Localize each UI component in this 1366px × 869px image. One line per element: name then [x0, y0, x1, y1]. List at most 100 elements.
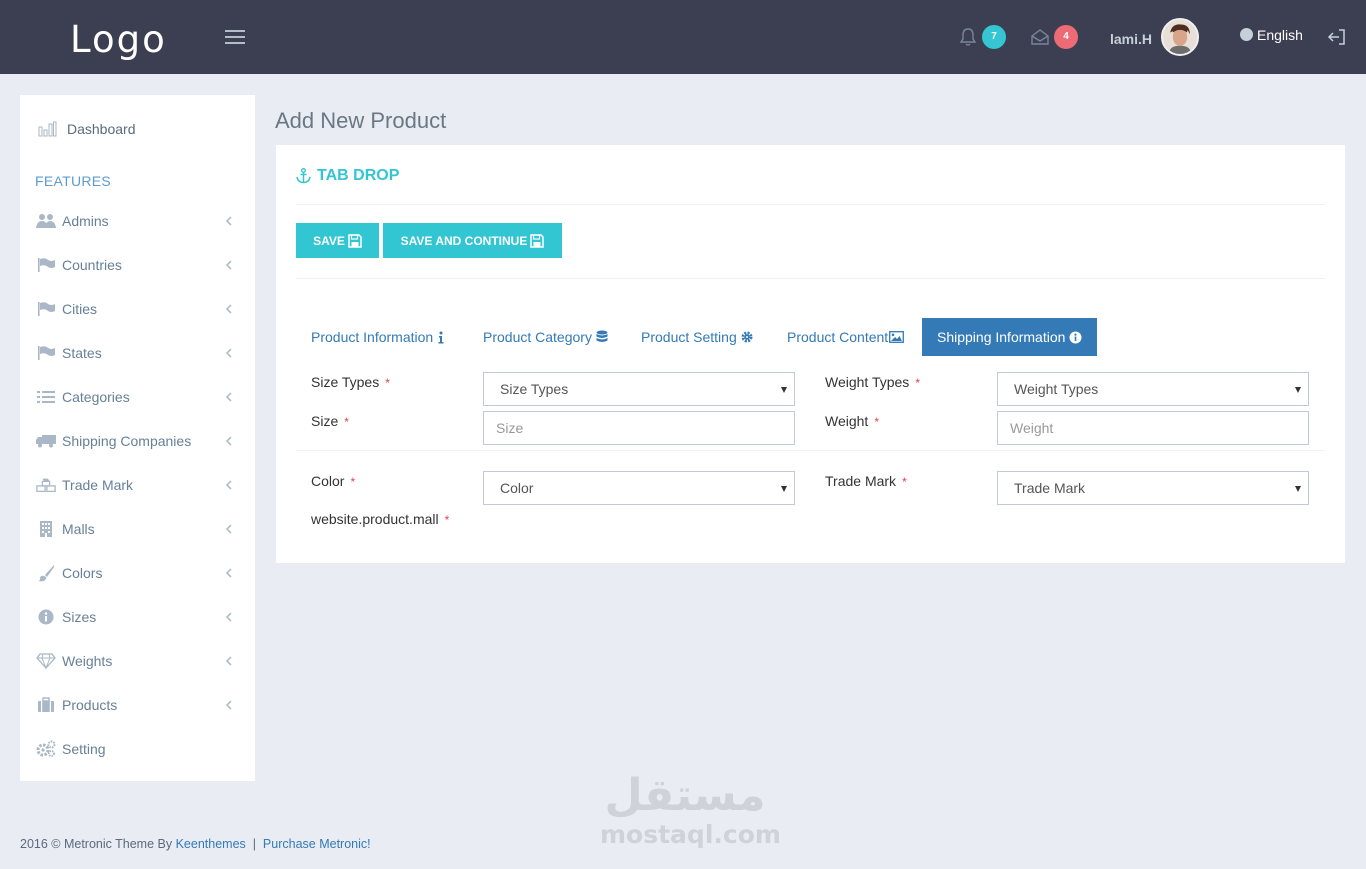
tab-label: Product Information — [311, 329, 434, 345]
chevron-left-icon — [225, 700, 232, 710]
sidebar-item-label: Setting — [62, 741, 106, 757]
sidebar-item-states[interactable]: States — [20, 331, 255, 375]
sidebar-item-cities[interactable]: Cities — [20, 287, 255, 331]
globe-icon — [1240, 28, 1253, 41]
sidebar-item-malls[interactable]: Malls — [20, 507, 255, 551]
watermark-arabic: مستقل — [604, 770, 766, 821]
truck-icon — [36, 432, 56, 450]
username[interactable]: lami.H — [1110, 31, 1152, 47]
color-select[interactable]: Color — [483, 471, 795, 505]
chevron-left-icon — [225, 304, 232, 314]
portlet-title: TAB DROP — [296, 167, 399, 185]
chevron-left-icon — [225, 524, 232, 534]
required-mark: * — [350, 475, 356, 489]
logout-icon[interactable] — [1327, 27, 1347, 47]
label-text: Weight — [825, 413, 869, 429]
select-value: Weight Types — [1014, 381, 1099, 397]
tab-product-information[interactable]: Product Information — [311, 318, 445, 356]
envelope-open-icon[interactable] — [1030, 26, 1050, 48]
sidebar-item-shipping-companies[interactable]: Shipping Companies — [20, 419, 255, 463]
divider — [296, 204, 1325, 205]
mall-label: website.product.mall * — [311, 511, 449, 527]
language-selector[interactable]: English — [1240, 27, 1303, 43]
sidebar-item-label: Trade Mark — [62, 477, 134, 493]
tab-shipping-information[interactable]: Shipping Information — [922, 318, 1098, 356]
size-label: Size * — [311, 413, 349, 429]
sidebar-item-colors[interactable]: Colors — [20, 551, 255, 595]
flag-icon — [36, 344, 56, 362]
chevron-left-icon — [225, 260, 232, 270]
sidebar-item-dashboard[interactable]: Dashboard — [38, 119, 136, 139]
menu-toggle-icon[interactable] — [225, 30, 245, 44]
label-text: Trade Mark — [825, 473, 897, 489]
paint-brush-icon — [36, 564, 56, 582]
save-and-continue-button[interactable]: SAVE AND CONTINUE — [383, 223, 562, 258]
sidebar-item-label: Dashboard — [67, 121, 136, 137]
image-icon — [889, 331, 905, 343]
floppy-disk-icon — [348, 233, 362, 248]
label-text: Color — [311, 473, 345, 489]
save-button[interactable]: SAVE — [296, 223, 379, 258]
chevron-left-icon — [225, 480, 232, 490]
save-and-continue-button-label: SAVE AND CONTINUE — [400, 233, 528, 248]
trade-mark-select[interactable]: Trade Mark — [997, 471, 1309, 505]
sidebar-item-weights[interactable]: Weights — [20, 639, 255, 683]
bell-icon[interactable] — [958, 26, 978, 48]
watermark-latin: mostaql.com — [600, 820, 781, 849]
sidebar-item-setting[interactable]: Setting — [20, 727, 255, 771]
label-text: website.product.mall — [311, 511, 439, 527]
required-mark: * — [385, 376, 390, 390]
language-label: English — [1257, 27, 1303, 43]
sidebar-item-trade-mark[interactable]: Trade Mark — [20, 463, 255, 507]
tab-product-content[interactable]: Product Content — [787, 318, 905, 356]
footer-purchase-link[interactable]: Purchase Metronic! — [263, 837, 371, 851]
chevron-left-icon — [225, 216, 232, 226]
chevron-left-icon — [225, 392, 232, 402]
sidebar-item-admins[interactable]: Admins — [20, 199, 255, 243]
info-icon — [438, 331, 444, 343]
weight-types-select[interactable]: Weight Types — [997, 372, 1309, 406]
tab-label: Product Setting — [641, 329, 737, 345]
briefcase-icon — [36, 696, 56, 714]
footer: 2016 © Metronic Theme By Keenthemes | Pu… — [20, 837, 371, 851]
select-value: Size Types — [500, 381, 569, 397]
sidebar-item-categories[interactable]: Categories — [20, 375, 255, 419]
tab-product-setting[interactable]: Product Setting — [641, 318, 753, 356]
weight-input[interactable]: Weight — [997, 411, 1309, 445]
anchor-icon — [296, 168, 311, 184]
avatar[interactable] — [1161, 18, 1199, 56]
gears-icon — [36, 740, 56, 758]
sidebar-item-products[interactable]: Products — [20, 683, 255, 727]
product-form-portlet: TAB DROP SAVE SAVE AND CONTINUE Product … — [276, 145, 1345, 563]
label-text: Weight Types — [825, 374, 910, 390]
watermark: مستقل mostaql.com — [600, 770, 781, 849]
size-input[interactable]: Size — [483, 411, 795, 445]
required-mark: * — [344, 415, 349, 429]
notifications-badge: 7 — [982, 25, 1006, 49]
sidebar-item-label: Products — [62, 697, 118, 713]
required-mark: * — [915, 376, 920, 390]
size-types-select[interactable]: Size Types — [483, 372, 795, 406]
logo[interactable]: Logo — [70, 18, 167, 61]
sidebar-heading: FEATURES — [35, 173, 112, 189]
size-types-label: Size Types * — [311, 374, 390, 390]
required-mark: * — [902, 475, 907, 489]
list-icon — [36, 388, 56, 406]
database-icon — [596, 330, 608, 342]
sidebar-item-label: Malls — [62, 521, 95, 537]
select-value: Trade Mark — [1014, 480, 1086, 496]
footer-author-link[interactable]: Keenthemes — [176, 837, 246, 851]
sidebar-item-sizes[interactable]: Sizes — [20, 595, 255, 639]
sidebar-item-label: Weights — [62, 653, 113, 669]
building-icon — [36, 520, 56, 538]
bar-chart-icon — [38, 121, 57, 137]
floppy-disk-icon — [530, 233, 545, 248]
label-text: Size — [311, 413, 339, 429]
input-placeholder: Size — [496, 420, 524, 436]
weight-types-label: Weight Types * — [825, 374, 920, 390]
tab-product-category[interactable]: Product Category — [483, 318, 608, 356]
flag-icon — [36, 300, 56, 318]
info-circle-icon — [36, 608, 56, 626]
sidebar-item-label: Shipping Companies — [62, 433, 192, 449]
sidebar-item-countries[interactable]: Countries — [20, 243, 255, 287]
